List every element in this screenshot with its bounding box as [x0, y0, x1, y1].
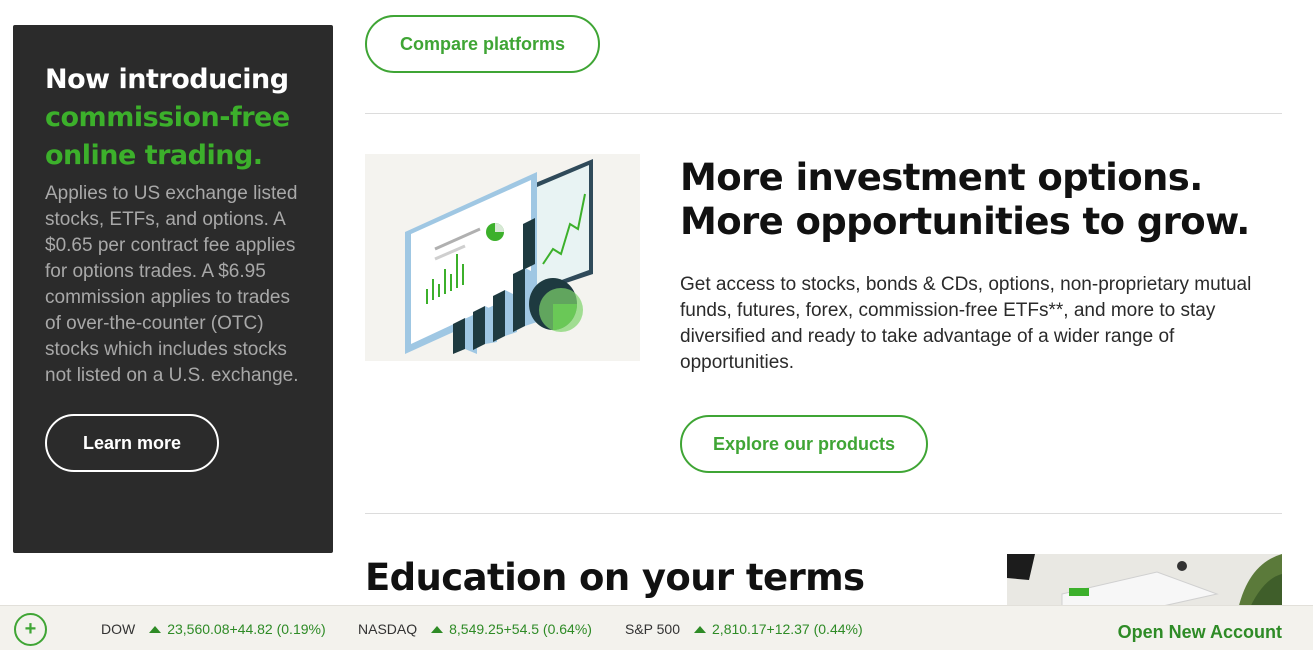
investment-illustration	[365, 154, 640, 361]
arrow-up-icon	[431, 625, 444, 633]
promo-title-green1: commission-free	[45, 102, 290, 133]
ticker-value: 2,810.17+12.37 (0.44%)	[712, 621, 863, 637]
plus-circle-icon[interactable]: +	[14, 613, 47, 646]
promo-title-line1: Now introducing	[45, 64, 289, 95]
investment-options-heading: More investment options. More opportunit…	[680, 156, 1250, 243]
investment-options-body: Get access to stocks, bonds & CDs, optio…	[680, 274, 1252, 373]
learn-more-button[interactable]: Learn more	[45, 414, 219, 472]
ticker-value: 8,549.25+54.5 (0.64%)	[449, 621, 592, 637]
education-heading: Education on your terms	[365, 556, 865, 599]
promo-title-green2: online trading.	[45, 140, 263, 171]
arrow-up-icon	[694, 625, 707, 633]
arrow-up-icon	[149, 625, 162, 633]
promo-card: Now introducing commission-free online t…	[13, 25, 333, 553]
section-divider	[365, 513, 1282, 514]
compare-platforms-button[interactable]: Compare platforms	[365, 15, 600, 73]
section-divider	[365, 113, 1282, 114]
promo-title: Now introducing commission-free online t…	[45, 61, 301, 175]
explore-products-button[interactable]: Explore our products	[680, 415, 928, 473]
ticker-item-dow: DOW 23,560.08+44.82 (0.19%)	[101, 621, 326, 637]
investment-chart-illustration-icon	[405, 159, 593, 354]
ticker-symbol: NASDAQ	[358, 621, 418, 637]
ticker-symbol: DOW	[101, 621, 136, 637]
promo-body: Applies to US exchange listed stocks, ET…	[45, 183, 299, 386]
market-ticker-bar: + DOW 23,560.08+44.82 (0.19%) NASDAQ 8,5…	[0, 605, 1313, 650]
open-new-account-link[interactable]: Open New Account	[1118, 622, 1282, 643]
ticker-symbol: S&P 500	[625, 621, 681, 637]
ticker-item-sp500: S&P 500 2,810.17+12.37 (0.44%)	[625, 621, 863, 637]
ticker-item-nasdaq: NASDAQ 8,549.25+54.5 (0.64%)	[358, 621, 592, 637]
ticker-value: 23,560.08+44.82 (0.19%)	[167, 621, 326, 637]
